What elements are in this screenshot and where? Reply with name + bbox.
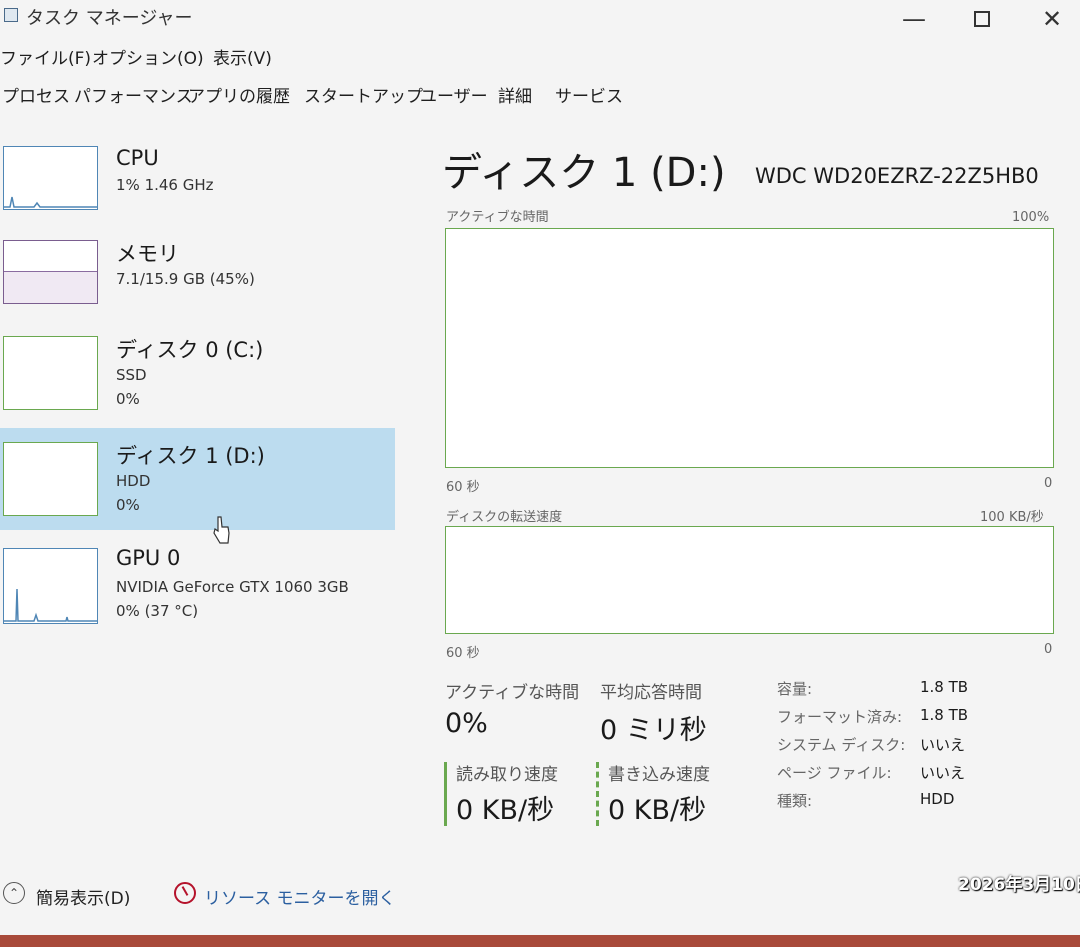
memory-thumbnail-graph: [3, 240, 98, 304]
sidebar-item-title: CPU: [116, 146, 159, 170]
sidebar-item-disk-0[interactable]: ディスク 0 (C:) SSD 0%: [0, 328, 395, 428]
transfer-rate-graph-xlabel: 60 秒: [446, 646, 480, 661]
read-speed-value: 0 KB/秒: [456, 795, 555, 826]
menu-options[interactable]: オプション(O): [92, 44, 204, 69]
active-time-graph-min: 0: [1044, 476, 1053, 491]
chevron-up-icon[interactable]: ⌃: [3, 882, 25, 904]
active-time-graph-xlabel: 60 秒: [446, 480, 480, 495]
avg-response-value: 0 ミリ秒: [600, 715, 707, 746]
transfer-rate-graph: [445, 526, 1054, 634]
disk1-thumbnail-graph: [3, 442, 98, 516]
fewer-details-button[interactable]: 簡易表示(D): [36, 884, 130, 909]
footer-bar: ⌃ 簡易表示(D) リソース モニターを開く: [0, 878, 960, 914]
photo-timestamp: 2026年3月10日: [958, 875, 1080, 895]
page-title: ディスク 1 (D:): [442, 150, 726, 196]
sidebar-item-usage: 0%: [116, 390, 140, 408]
bottom-edge: [0, 935, 1080, 947]
write-speed-value: 0 KB/秒: [608, 795, 707, 826]
formatted-label: フォーマット済み:: [777, 708, 903, 726]
sidebar-item-usage: 0%: [116, 496, 140, 514]
active-time-graph: [445, 228, 1054, 468]
avg-response-label: 平均応答時間: [600, 683, 702, 703]
type-value: HDD: [920, 790, 955, 808]
tab-services[interactable]: サービス: [553, 82, 625, 107]
capacity-label: 容量:: [777, 680, 813, 698]
system-disk-label: システム ディスク:: [777, 736, 906, 754]
minimize-button[interactable]: —: [884, 2, 944, 36]
transfer-rate-graph-min: 0: [1044, 642, 1053, 657]
cpu-thumbnail-graph: [3, 146, 98, 210]
sidebar-item-title: メモリ: [116, 242, 179, 266]
active-time-label: アクティブな時間: [445, 683, 580, 703]
tab-startup[interactable]: スタートアップ: [302, 82, 425, 107]
type-label: 種類:: [777, 792, 813, 810]
read-speed-indicator: [444, 762, 447, 826]
page-file-label: ページ ファイル:: [777, 764, 892, 782]
transfer-rate-graph-label: ディスクの転送速度: [446, 510, 563, 525]
sidebar-item-type: HDD: [116, 472, 151, 490]
disk0-thumbnail-graph: [3, 336, 98, 410]
tab-performance[interactable]: パフォーマンス: [72, 82, 195, 107]
page-file-value: いいえ: [920, 764, 966, 782]
read-speed-label: 読み取り速度: [456, 765, 558, 785]
title-bar: タスク マネージャー — ✕: [0, 0, 1080, 40]
sidebar-item-title: ディスク 1 (D:): [116, 444, 265, 468]
sidebar-item-title: ディスク 0 (C:): [116, 338, 264, 362]
menu-view[interactable]: 表示(V): [213, 44, 272, 69]
active-time-value: 0%: [445, 708, 488, 739]
write-speed-indicator: [596, 762, 599, 826]
transfer-rate-graph-max: 100 KB/秒: [980, 510, 1044, 525]
sidebar-item-cpu[interactable]: CPU 1% 1.46 GHz: [0, 136, 395, 236]
sidebar-item-usage: 0% (37 °C): [116, 602, 199, 620]
gpu-sparkline: [4, 588, 97, 622]
system-disk-value: いいえ: [920, 736, 966, 754]
task-manager-icon: [4, 8, 18, 22]
open-resource-monitor-link[interactable]: リソース モニターを開く: [204, 884, 396, 909]
maximize-button[interactable]: [952, 2, 1012, 36]
close-button[interactable]: ✕: [1022, 2, 1080, 36]
menu-bar: ファイル(F) オプション(O) 表示(V): [0, 42, 1080, 70]
capacity-value: 1.8 TB: [920, 678, 969, 696]
sidebar-item-subtitle: 7.1/15.9 GB (45%): [116, 270, 255, 288]
maximize-icon: [974, 11, 990, 27]
resource-monitor-icon[interactable]: [174, 882, 196, 904]
tab-details[interactable]: 詳細: [496, 82, 534, 107]
menu-file[interactable]: ファイル(F): [0, 44, 91, 69]
active-time-graph-max: 100%: [1012, 210, 1050, 225]
gpu-thumbnail-graph: [3, 548, 98, 624]
cpu-sparkline: [4, 196, 97, 208]
hand-cursor-icon: [213, 516, 230, 544]
sidebar-item-subtitle: 1% 1.46 GHz: [116, 176, 214, 194]
tab-users[interactable]: ユーザー: [418, 82, 490, 107]
sidebar-item-gpu-0[interactable]: GPU 0 NVIDIA GeForce GTX 1060 3GB 0% (37…: [0, 540, 395, 640]
sidebar-item-type: SSD: [116, 366, 147, 384]
formatted-value: 1.8 TB: [920, 706, 969, 724]
tab-processes[interactable]: プロセス: [0, 82, 72, 107]
tab-app-history[interactable]: アプリの履歴: [186, 82, 292, 107]
tab-bar: プロセス パフォーマンス アプリの履歴 スタートアップ ユーザー 詳細 サービス: [0, 80, 1080, 112]
sidebar-item-subtitle: NVIDIA GeForce GTX 1060 3GB: [116, 578, 349, 596]
sidebar-item-disk-1[interactable]: ディスク 1 (D:) HDD 0%: [0, 428, 395, 530]
sidebar-item-title: GPU 0: [116, 546, 181, 570]
disk-model-name: WDC WD20EZRZ-22Z5HB0: [755, 164, 1039, 188]
active-time-graph-label: アクティブな時間: [446, 210, 549, 225]
window-title: タスク マネージャー: [26, 8, 193, 29]
sidebar-item-memory[interactable]: メモリ 7.1/15.9 GB (45%): [0, 232, 395, 332]
write-speed-label: 書き込み速度: [608, 765, 710, 785]
